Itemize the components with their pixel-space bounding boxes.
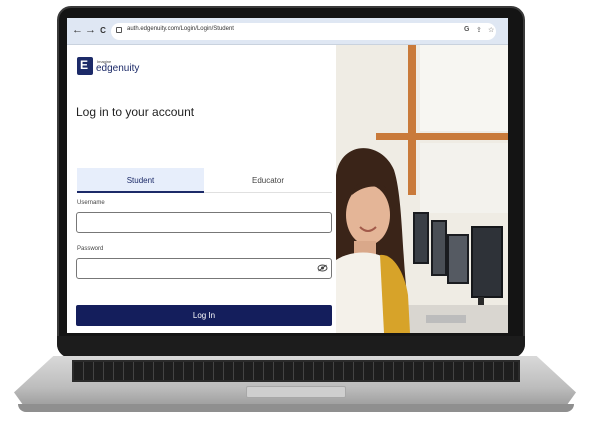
url-text: auth.edgenuity.com/Login/Login/Student	[127, 26, 234, 32]
google-icon[interactable]: G	[464, 26, 469, 33]
lock-icon	[116, 27, 122, 33]
reload-icon[interactable]: C	[98, 25, 108, 37]
page-title: Log in to your account	[76, 105, 195, 119]
share-icon[interactable]: ⇪	[476, 26, 482, 34]
hero-photo	[336, 45, 508, 333]
hide-password-icon[interactable]	[317, 264, 328, 272]
tab-educator[interactable]: Educator	[204, 168, 332, 193]
password-label: Password	[77, 246, 104, 252]
laptop-bezel-bottom	[57, 336, 525, 358]
student-at-computer-image	[336, 45, 508, 333]
username-label: Username	[77, 200, 105, 206]
laptop-keyboard	[72, 360, 520, 382]
laptop-screen: ← → C auth.edgenuity.com/Login/Login/Stu…	[67, 18, 508, 333]
laptop-trackpad	[246, 386, 346, 398]
laptop-bottom-edge	[18, 404, 574, 412]
tab-student[interactable]: Student	[77, 168, 204, 193]
star-icon[interactable]: ☆	[488, 26, 494, 34]
username-field[interactable]	[76, 212, 332, 233]
forward-arrow-icon[interactable]: →	[85, 24, 96, 36]
logo-letter: E	[80, 58, 89, 72]
back-arrow-icon[interactable]: ←	[72, 24, 83, 36]
brand-name: edgenuity	[96, 63, 140, 74]
login-button[interactable]: Log In	[76, 305, 332, 326]
password-field[interactable]	[76, 258, 332, 279]
